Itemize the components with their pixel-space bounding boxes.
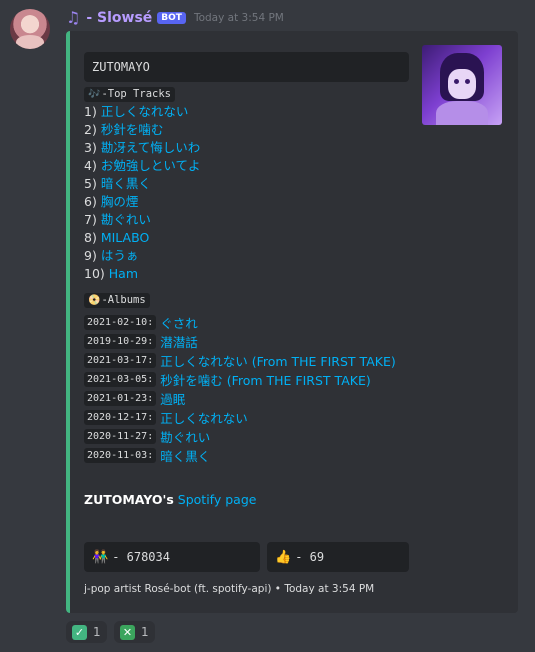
- track-link[interactable]: MILABO: [101, 230, 149, 245]
- bot-badge: BOT: [157, 12, 186, 24]
- spotify-page-link[interactable]: Spotify page: [178, 492, 257, 507]
- list-item: 2020-12-17: 正しくなれない: [84, 408, 396, 427]
- spotify-field: ZUTOMAYO's Spotify page: [84, 492, 256, 507]
- music-note-icon: ♫: [66, 8, 81, 27]
- reaction-count: 1: [141, 625, 149, 639]
- track-list: 1) 正しくなれない 2) 秒針を噛む 3) 勘冴えて悔しいわ 4) お勉強しと…: [84, 103, 200, 283]
- embed-card: ZUTOMAYO 🎶 -Top Tracks 1) 正しくなれない 2) 秒針を噛…: [66, 31, 518, 613]
- list-item: 4) お勉強しといてよ: [84, 158, 201, 173]
- list-item: 7) 勘ぐれい: [84, 212, 151, 227]
- album-date: 2021-03-17:: [84, 353, 157, 368]
- top-tracks-header: 🎶 -Top Tracks: [84, 87, 175, 102]
- username[interactable]: - Slowsé: [86, 10, 152, 26]
- album-date: 2021-03-05:: [84, 372, 157, 387]
- album-link[interactable]: 正しくなれない: [160, 408, 248, 427]
- album-date: 2021-02-10:: [84, 315, 157, 330]
- track-link[interactable]: お勉強しといてよ: [101, 158, 201, 173]
- list-item: 2020-11-03: 暗く黒く: [84, 446, 396, 465]
- track-link[interactable]: 勘ぐれい: [101, 212, 151, 227]
- followers-count: - 678034: [112, 550, 170, 564]
- track-link[interactable]: Ham: [109, 266, 138, 281]
- album-link[interactable]: 暗く黒く: [160, 446, 210, 465]
- album-link[interactable]: ぐされ: [160, 313, 198, 332]
- music-notes-icon: 🎶: [88, 89, 101, 100]
- thumbs-up-icon: 👍: [275, 549, 292, 565]
- message-timestamp[interactable]: Today at 3:54 PM: [194, 12, 284, 24]
- list-item: 1) 正しくなれない: [84, 104, 189, 119]
- list-item: 2021-03-17: 正しくなれない (From THE FIRST TAKE): [84, 351, 396, 370]
- reaction-cross[interactable]: ✕ 1: [114, 621, 155, 643]
- embed-footer: j-pop artist Rosé-bot (ft. spotify-api) …: [84, 583, 375, 595]
- album-link[interactable]: 過眠: [160, 389, 185, 408]
- cross-mark-icon: ✕: [120, 624, 135, 640]
- album-link[interactable]: 秒針を噛む (From THE FIRST TAKE): [160, 370, 371, 389]
- message-header: ♫ - Slowsé BOT Today at 3:54 PM: [66, 8, 284, 28]
- artist-thumbnail[interactable]: [422, 45, 502, 125]
- album-date: 2021-01-23:: [84, 391, 157, 406]
- track-link[interactable]: 勘冴えて悔しいわ: [101, 140, 200, 155]
- popularity-field: 👍 - 69: [267, 542, 409, 572]
- album-date: 2020-11-27:: [84, 429, 157, 444]
- album-link[interactable]: 勘ぐれい: [160, 427, 210, 446]
- track-link[interactable]: はうぁ: [101, 248, 139, 263]
- artist-name: ZUTOMAYO's: [84, 492, 174, 507]
- cd-icon: 📀: [88, 295, 101, 306]
- list-item: 3) 勘冴えて悔しいわ: [84, 140, 201, 155]
- album-list: 2021-02-10: ぐされ 2019-10-29: 潜潜話 2021-03-17…: [84, 313, 396, 465]
- embed-title: ZUTOMAYO: [84, 52, 409, 82]
- list-item: 2) 秒針を噛む: [84, 122, 164, 137]
- popularity-score: - 69: [295, 550, 325, 564]
- list-item: 2019-10-29: 潜潜話: [84, 332, 396, 351]
- followers-field: 👫 - 678034: [84, 542, 260, 572]
- list-item: 6) 胸の煙: [84, 194, 139, 209]
- album-date: 2019-10-29:: [84, 334, 157, 349]
- list-item: 2020-11-27: 勘ぐれい: [84, 427, 396, 446]
- track-link[interactable]: 秒針を噛む: [101, 122, 164, 137]
- people-icon: 👫: [92, 549, 109, 565]
- list-item: 9) はうぁ: [84, 248, 139, 263]
- track-link[interactable]: 胸の煙: [101, 194, 139, 209]
- reaction-check[interactable]: ✓ 1: [66, 621, 107, 643]
- track-link[interactable]: 暗く黒く: [101, 176, 151, 191]
- reaction-count: 1: [93, 625, 101, 639]
- track-link[interactable]: 正しくなれない: [101, 104, 189, 119]
- list-item: 10) Ham: [84, 266, 139, 281]
- album-link[interactable]: 潜潜話: [160, 332, 198, 351]
- album-link[interactable]: 正しくなれない (From THE FIRST TAKE): [160, 351, 396, 370]
- list-item: 5) 暗く黒く: [84, 176, 151, 191]
- albums-header: 📀 -Albums: [84, 293, 150, 308]
- check-mark-icon: ✓: [72, 624, 87, 640]
- list-item: 2021-02-10: ぐされ: [84, 313, 396, 332]
- list-item: 2021-03-05: 秒針を噛む (From THE FIRST TAKE): [84, 370, 396, 389]
- list-item: 2021-01-23: 過眠: [84, 389, 396, 408]
- album-date: 2020-12-17:: [84, 410, 157, 425]
- album-date: 2020-11-03:: [84, 448, 157, 463]
- user-avatar[interactable]: [10, 9, 50, 49]
- list-item: 8) MILABO: [84, 230, 150, 245]
